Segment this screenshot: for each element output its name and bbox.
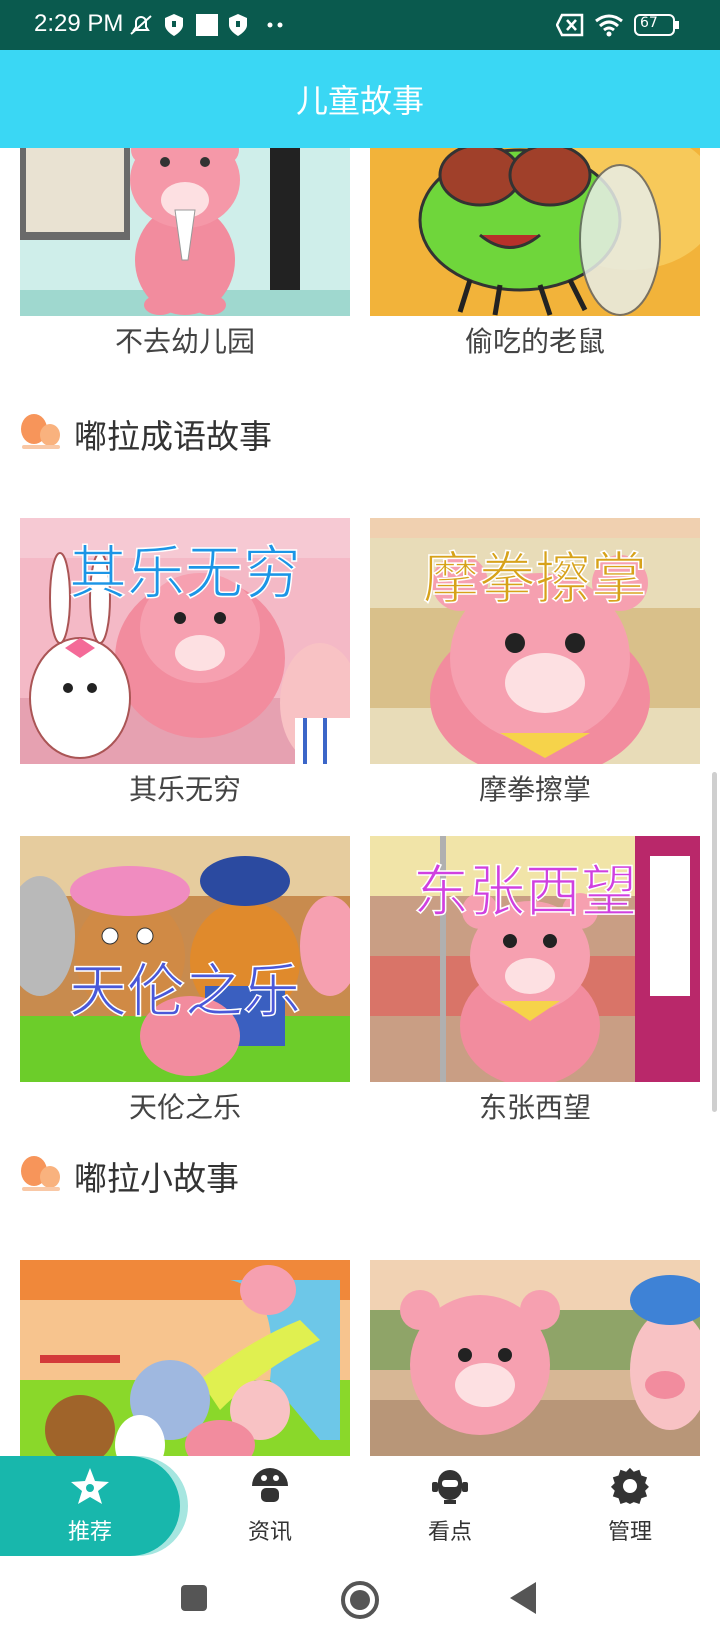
story-card[interactable]: 摩拳擦掌 摩拳擦掌 xyxy=(370,518,700,806)
section-header: 嘟拉小故事 xyxy=(20,1152,239,1200)
wifi-icon xyxy=(594,12,624,38)
story-overlay-text: 摩拳擦掌 xyxy=(423,547,647,612)
story-title: 天伦之乐 xyxy=(128,1091,241,1124)
app-bar: 儿童故事 xyxy=(0,50,720,148)
battery-icon: 67 xyxy=(634,12,680,38)
system-nav-bar xyxy=(0,1556,720,1650)
gear-icon xyxy=(610,1466,650,1510)
shield-icon xyxy=(228,12,248,38)
section-title: 嘟拉小故事 xyxy=(74,1159,239,1198)
story-title: 偷吃的老鼠 xyxy=(464,325,605,358)
scrollbar[interactable] xyxy=(712,772,717,1112)
story-thumbnail: 天伦之乐 xyxy=(20,836,350,1082)
story-card[interactable]: 不去幼儿园 xyxy=(20,148,350,358)
status-time: 2:29 PM xyxy=(34,10,124,37)
tab-recommend[interactable]: 推荐 xyxy=(0,1456,180,1556)
story-list[interactable]: 不去幼儿园 偷吃的老鼠 嘟拉成语故事 其乐无穷 其乐无穷 摩拳擦掌 摩拳擦掌 天… xyxy=(0,148,720,1456)
story-title: 摩拳擦掌 xyxy=(478,773,591,806)
tab-highlights[interactable]: 看点 xyxy=(360,1456,540,1556)
star-icon xyxy=(68,1466,112,1510)
story-title: 东张西望 xyxy=(478,1091,591,1124)
story-thumbnail: 东张西望 xyxy=(370,836,700,1082)
story-card[interactable]: 天伦之乐 天伦之乐 xyxy=(20,836,350,1124)
square-icon xyxy=(195,12,219,38)
story-overlay-text: 其乐无穷 xyxy=(69,539,301,607)
home-button[interactable] xyxy=(340,1580,380,1624)
shield-icon xyxy=(164,12,184,38)
battery-level: 67 xyxy=(640,15,658,31)
section-title: 嘟拉成语故事 xyxy=(74,417,272,456)
tab-news[interactable]: 资讯 xyxy=(180,1456,360,1556)
story-title: 不去幼儿园 xyxy=(114,325,255,358)
story-thumbnail xyxy=(370,148,700,316)
tree-icon xyxy=(20,413,62,455)
tab-label: 管理 xyxy=(607,1520,652,1545)
story-card[interactable] xyxy=(370,1260,700,1456)
tree-icon xyxy=(20,1155,62,1197)
story-title: 其乐无穷 xyxy=(128,773,241,806)
story-thumbnail xyxy=(20,1260,350,1456)
bottom-nav: 推荐 资讯 看点 管理 xyxy=(0,1456,720,1556)
story-card[interactable]: 偷吃的老鼠 xyxy=(370,148,700,358)
story-overlay-text: 天伦之乐 xyxy=(69,957,301,1025)
story-card[interactable]: 东张西望 东张西望 xyxy=(370,836,700,1124)
story-thumbnail xyxy=(370,1260,700,1456)
tab-manage[interactable]: 管理 xyxy=(540,1456,720,1556)
mushroom-icon xyxy=(250,1466,290,1510)
page-title: 儿童故事 xyxy=(295,82,424,120)
section-header: 嘟拉成语故事 xyxy=(20,410,272,458)
tab-label: 推荐 xyxy=(67,1520,112,1545)
tab-label: 看点 xyxy=(427,1520,472,1545)
recents-button[interactable] xyxy=(180,1584,208,1616)
story-thumbnail xyxy=(20,148,350,316)
story-overlay-text: 东张西望 xyxy=(413,860,637,925)
story-thumbnail: 其乐无穷 xyxy=(20,518,350,764)
story-card[interactable] xyxy=(20,1260,350,1456)
robot-icon xyxy=(430,1466,470,1510)
story-card[interactable]: 其乐无穷 其乐无穷 xyxy=(20,518,350,806)
sim-x-icon xyxy=(556,12,584,38)
back-button[interactable] xyxy=(508,1580,538,1620)
mute-bell-icon xyxy=(128,12,154,38)
story-thumbnail: 摩拳擦掌 xyxy=(370,518,700,764)
tab-label: 资讯 xyxy=(247,1520,292,1545)
dots-icon xyxy=(266,12,286,38)
status-bar: 2:29 PM 67 xyxy=(0,0,720,50)
